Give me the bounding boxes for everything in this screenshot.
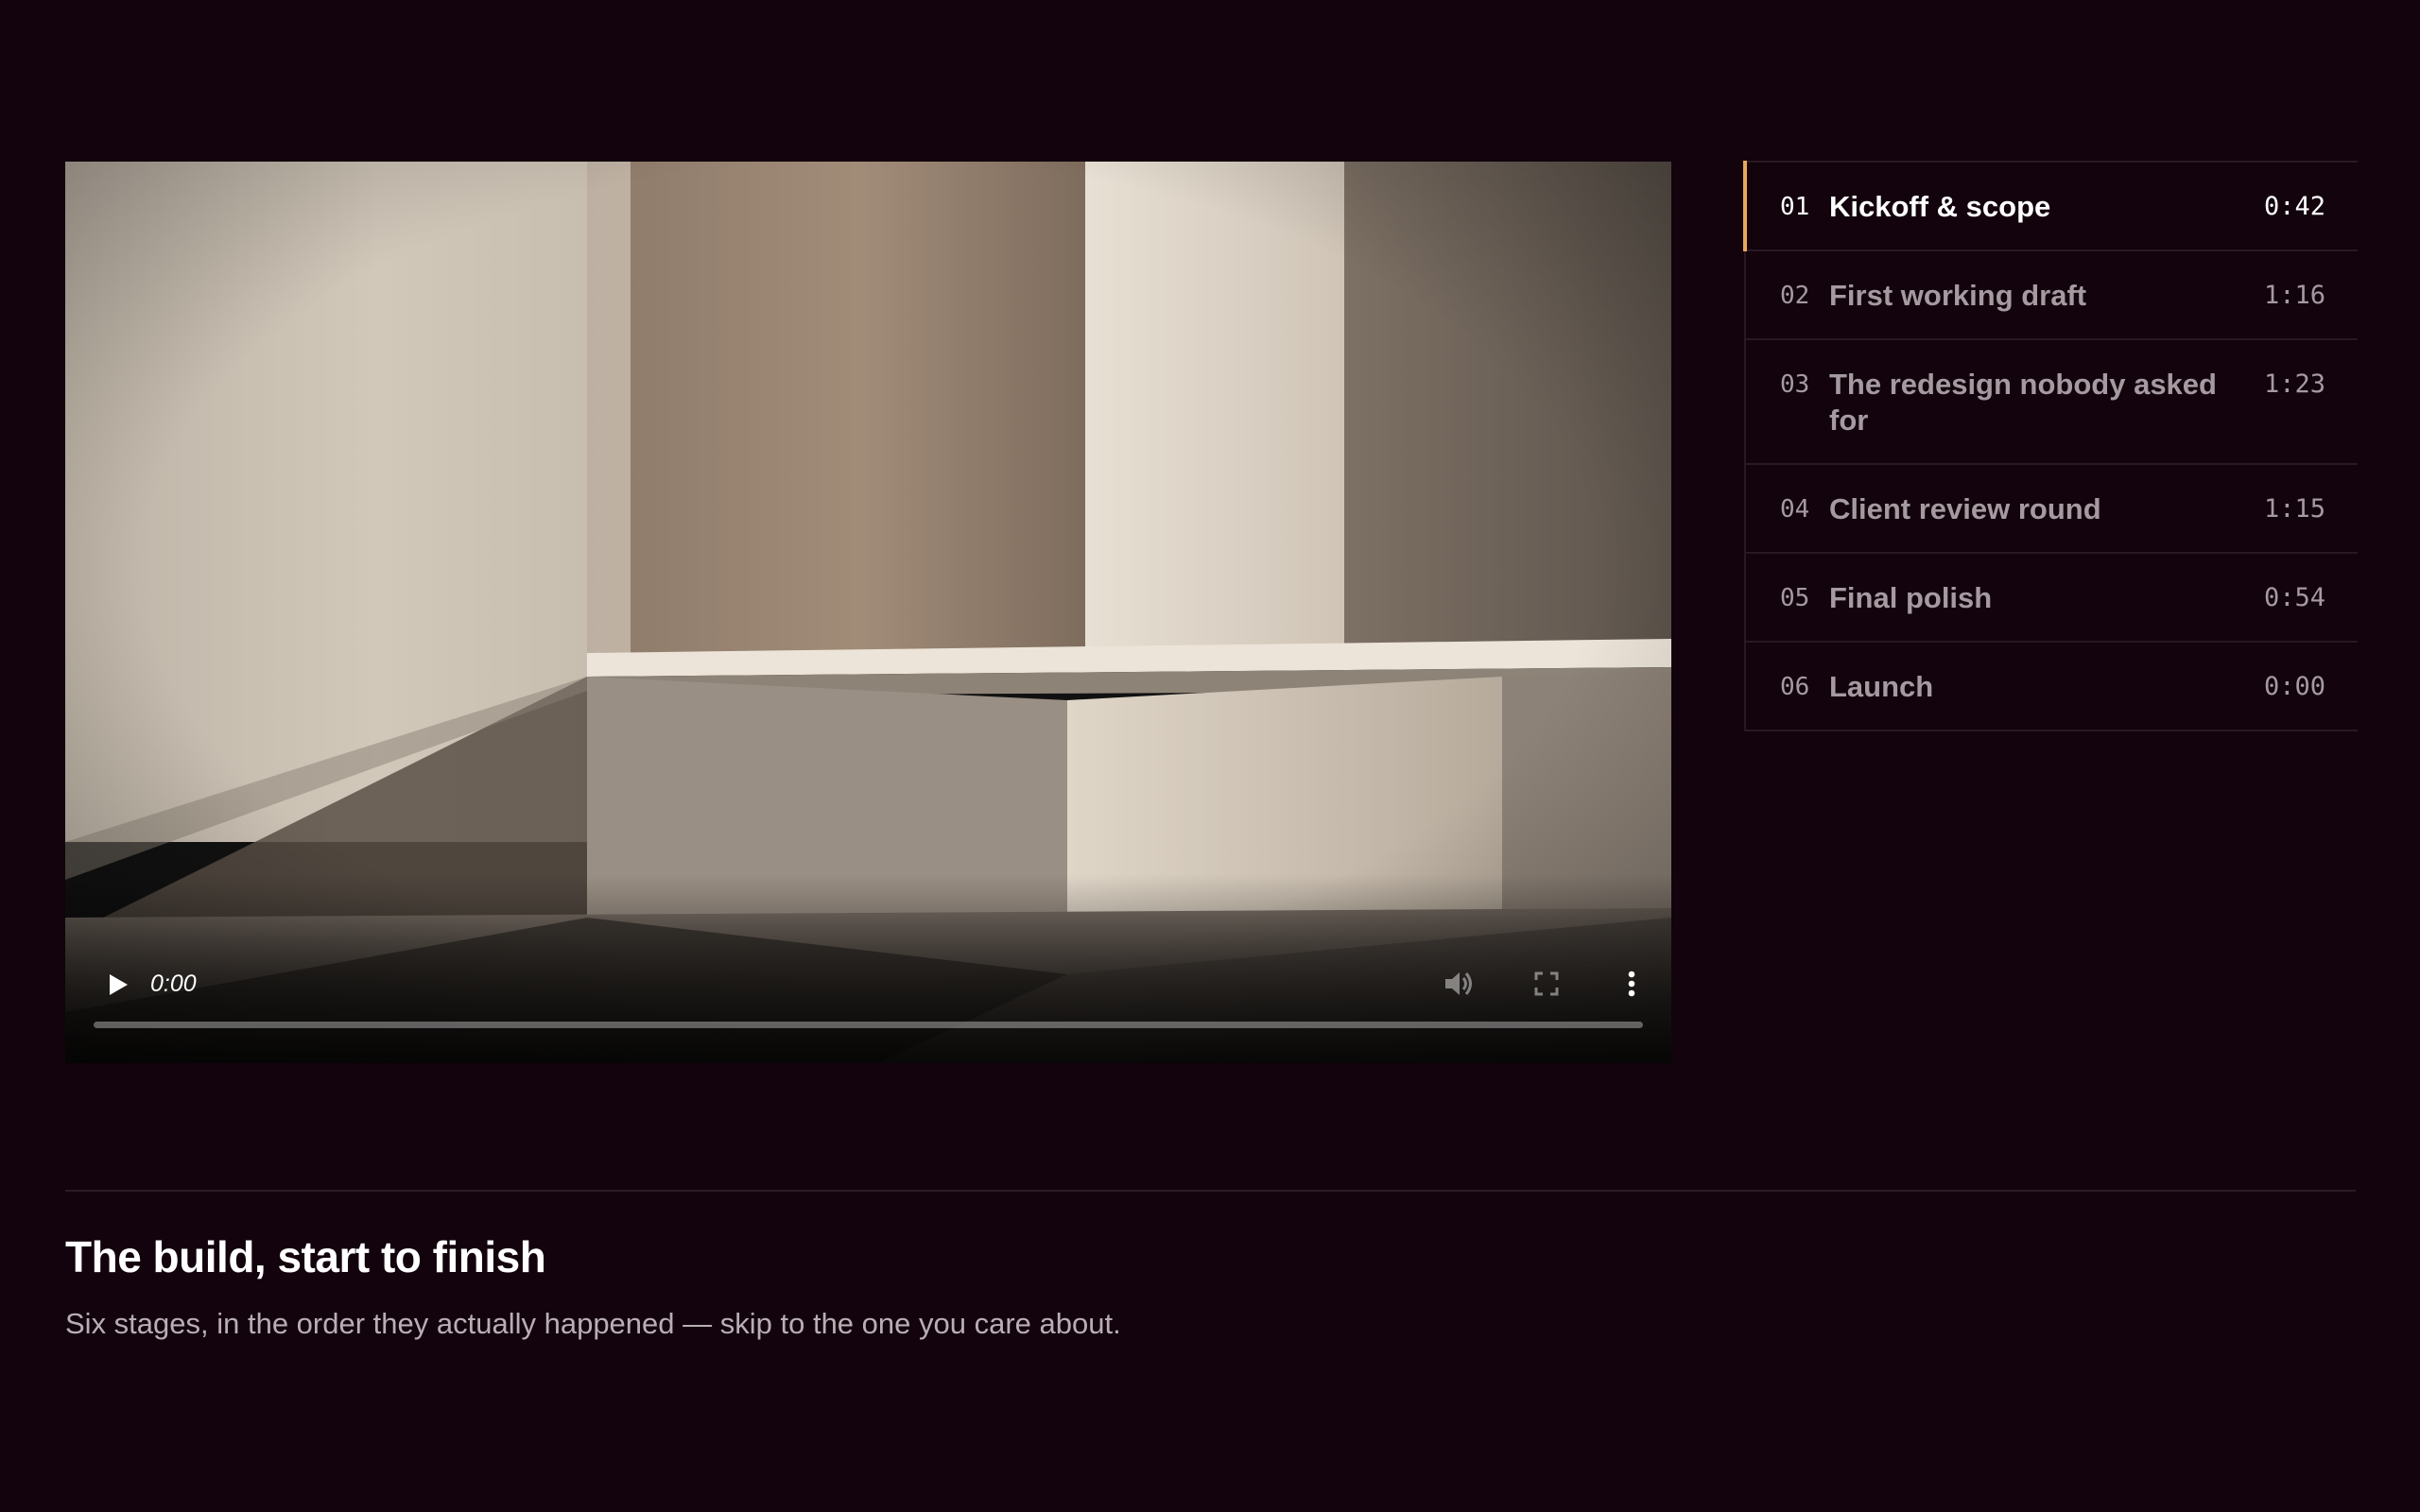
volume-icon: [1445, 972, 1472, 995]
chapter-number: 02: [1780, 282, 1810, 310]
page: 0:00 01 Kickoff & scope 0:42 02 First wo…: [0, 0, 2420, 1512]
chapter-duration: 1:15: [2263, 494, 2325, 524]
chapter-item-5[interactable]: 05 Final polish 0:54: [1746, 554, 2358, 643]
section-title: The build, start to finish: [65, 1232, 546, 1281]
chapter-list: 01 Kickoff & scope 0:42 02 First working…: [1743, 161, 2358, 731]
chapter-duration: 0:00: [2263, 672, 2325, 701]
chapter-duration: 0:42: [2263, 192, 2325, 221]
chapter-duration: 0:54: [2263, 583, 2325, 612]
fullscreen-icon: [1534, 971, 1559, 996]
chapter-title: Final polish: [1829, 581, 1993, 614]
chapter-title: Launch: [1829, 670, 1934, 703]
progress-bar[interactable]: [94, 1022, 1643, 1028]
chapter-item-2[interactable]: 02 First working draft 1:16: [1746, 251, 2358, 340]
chapter-item-4[interactable]: 04 Client review round 1:15: [1746, 465, 2358, 554]
chapter-item-3[interactable]: 03 The redesign nobody asked for 1:23: [1746, 340, 2358, 465]
section-subtitle: Six stages, in the order they actually h…: [65, 1307, 1121, 1340]
chapter-number: 01: [1780, 193, 1810, 221]
chapter-duration: 1:16: [2263, 281, 2325, 310]
controls-gradient: [65, 874, 1671, 1063]
chapter-item-6[interactable]: 06 Launch 0:00: [1746, 643, 2358, 731]
chapter-number: 05: [1780, 584, 1810, 612]
chapter-title: First working draft: [1829, 279, 2087, 312]
chapter-title: Kickoff & scope: [1829, 190, 2051, 223]
play-button[interactable]: [97, 964, 139, 1005]
fullscreen-button[interactable]: [1523, 960, 1570, 1007]
volume-button[interactable]: [1436, 960, 1483, 1007]
chapter-number: 06: [1780, 673, 1810, 701]
current-time: 0:00: [150, 971, 197, 997]
video-player[interactable]: 0:00: [65, 162, 1671, 1063]
more-options-button[interactable]: [1608, 960, 1655, 1007]
chapter-number: 04: [1780, 495, 1810, 524]
chapter-title: The redesign nobody asked for: [1829, 368, 2217, 437]
chapter-item-1[interactable]: 01 Kickoff & scope 0:42: [1743, 161, 2358, 251]
chapter-duration: 1:23: [2263, 369, 2325, 399]
chapter-number: 03: [1780, 370, 1810, 399]
play-icon: [110, 974, 128, 995]
section-divider: [65, 1190, 2356, 1192]
chapter-title: Client review round: [1829, 492, 2101, 525]
more-vertical-icon: [1628, 971, 1635, 997]
